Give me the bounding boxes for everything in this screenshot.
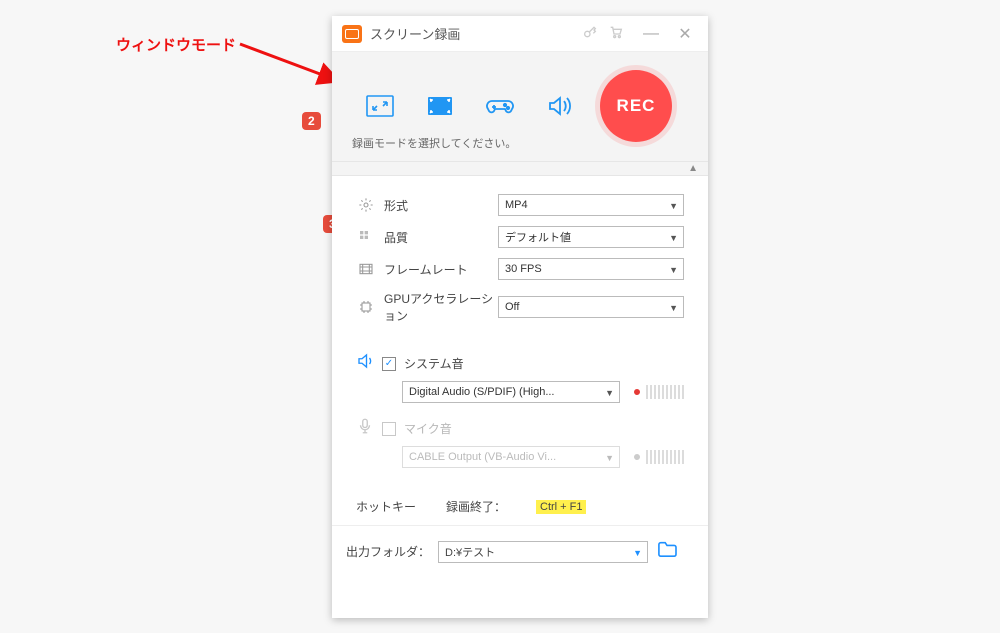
settings-panel: 形式 MP4▼ 品質 デフォルト値▼ フレームレート 30 FPS▼ GPUアク…	[332, 176, 708, 342]
row-quality: 品質 デフォルト値▼	[356, 226, 684, 248]
system-audio-label: システム音	[404, 355, 464, 372]
output-label: 出力フォルダ：	[346, 543, 430, 560]
row-mic-audio: ✓ マイク音	[356, 417, 684, 440]
row-fps: フレームレート 30 FPS▼	[356, 258, 684, 280]
speaker-icon	[356, 352, 374, 375]
game-mode-button[interactable]	[472, 83, 528, 129]
chevron-down-icon: ▼	[669, 201, 678, 211]
row-format: 形式 MP4▼	[356, 194, 684, 216]
app-icon	[342, 25, 362, 43]
chevron-down-icon: ▼	[633, 548, 642, 558]
badge-2: 2	[302, 112, 321, 130]
hotkey-row: ホットキー 録画終了： Ctrl + F1	[332, 480, 708, 525]
hotkey-value: Ctrl + F1	[536, 500, 586, 514]
chip-icon	[356, 299, 376, 315]
fps-select[interactable]: 30 FPS▼	[498, 258, 684, 280]
grid-icon	[356, 229, 376, 245]
key-icon[interactable]	[582, 24, 598, 43]
chevron-down-icon: ▼	[669, 233, 678, 243]
chevron-down-icon: ▼	[669, 303, 678, 313]
chevron-down-icon: ▼	[605, 388, 614, 398]
system-audio-checkbox[interactable]: ✓	[382, 357, 396, 371]
close-button[interactable]: ✕	[672, 24, 698, 44]
hotkey-label: ホットキー	[356, 498, 446, 515]
output-path-value: D:¥テスト	[445, 544, 495, 560]
film-icon	[356, 261, 376, 277]
collapse-handle[interactable]: ▲	[332, 162, 708, 176]
window-mode-button[interactable]	[352, 83, 408, 129]
mode-hint: 録画モードを選択してください。	[352, 135, 516, 151]
cart-icon[interactable]	[608, 24, 624, 43]
mic-audio-label: マイク音	[404, 420, 452, 437]
audio-panel: ✓ システム音 Digital Audio (S/PDIF) (High...▼…	[332, 342, 708, 480]
mode-bar: REC 録画モードを選択してください。	[332, 52, 708, 162]
gpu-label: GPUアクセラレーション	[376, 290, 498, 324]
output-row: 出力フォルダ： D:¥テスト ▼	[332, 525, 708, 577]
quality-select[interactable]: デフォルト値▼	[498, 226, 684, 248]
folder-icon	[656, 540, 678, 558]
format-select[interactable]: MP4▼	[498, 194, 684, 216]
fullscreen-mode-button[interactable]	[412, 83, 468, 129]
audio-mode-button[interactable]	[532, 83, 588, 129]
speaker-icon	[546, 94, 574, 118]
hotkey-action: 録画終了：	[446, 498, 536, 515]
row-gpu: GPUアクセラレーション Off▼	[356, 290, 684, 324]
chevron-down-icon: ▼	[669, 265, 678, 275]
format-label: 形式	[376, 197, 498, 214]
mic-icon	[356, 417, 374, 440]
mic-audio-device-select[interactable]: CABLE Output (VB-Audio Vi...▼	[402, 446, 620, 468]
output-path-select[interactable]: D:¥テスト ▼	[438, 541, 648, 563]
chevron-up-icon: ▲	[688, 163, 698, 174]
fps-label: フレームレート	[376, 261, 498, 278]
gamepad-icon	[485, 94, 515, 118]
chevron-down-icon: ▼	[605, 453, 614, 463]
quality-label: 品質	[376, 229, 498, 246]
callout-window-mode: ウィンドウモード	[116, 34, 236, 55]
minimize-button[interactable]: —	[638, 25, 664, 43]
mic-audio-checkbox[interactable]: ✓	[382, 422, 396, 436]
row-system-audio: ✓ システム音	[356, 352, 684, 375]
system-audio-meter	[634, 385, 684, 399]
titlebar: スクリーン録画 — ✕	[332, 16, 708, 52]
open-folder-button[interactable]	[656, 540, 678, 563]
app-window: スクリーン録画 — ✕ REC 録	[332, 16, 708, 618]
window-mode-icon	[365, 94, 395, 118]
gpu-select[interactable]: Off▼	[498, 296, 684, 318]
system-audio-device-select[interactable]: Digital Audio (S/PDIF) (High...▼	[402, 381, 620, 403]
record-button[interactable]: REC	[600, 70, 672, 142]
window-title: スクリーン録画	[370, 24, 574, 43]
mic-audio-meter	[634, 450, 684, 464]
fullscreen-mode-icon	[425, 94, 455, 118]
gear-icon	[356, 197, 376, 213]
